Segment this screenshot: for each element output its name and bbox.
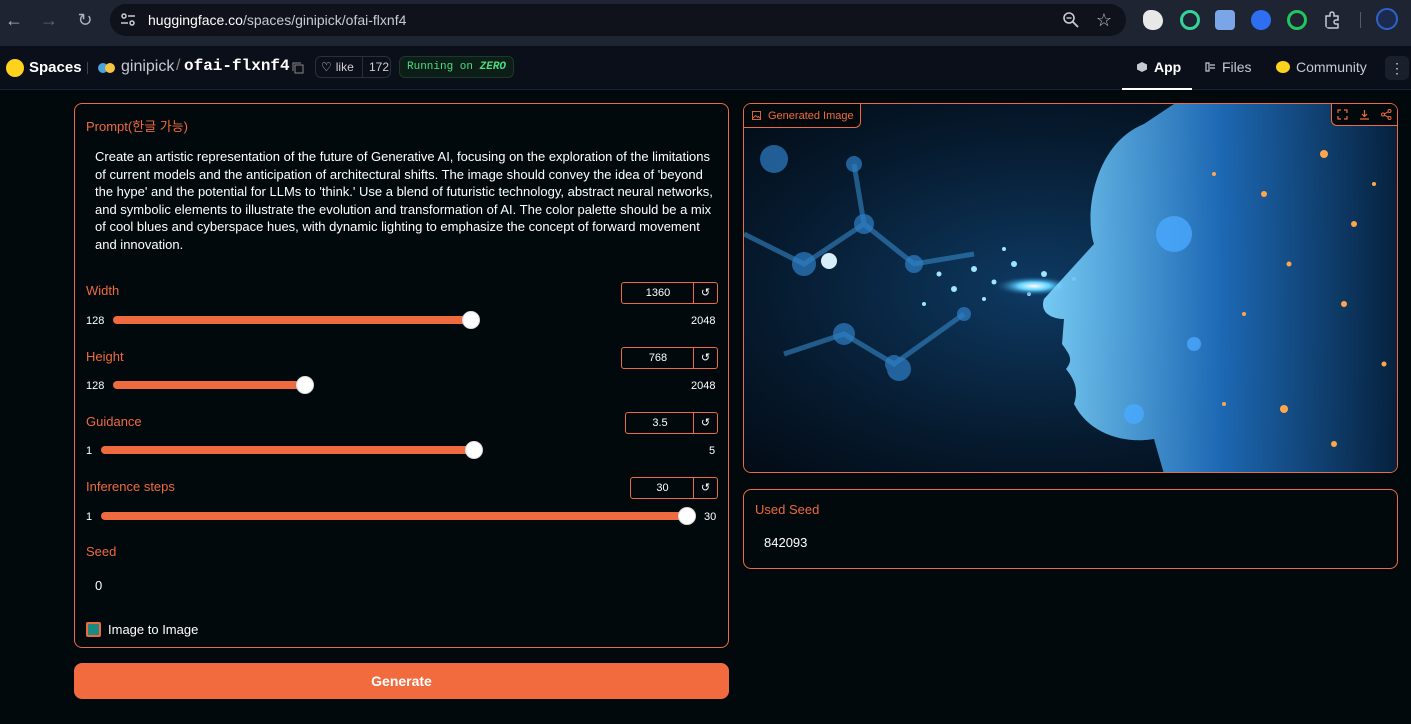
profile-avatar[interactable] xyxy=(1376,8,1398,30)
height-value[interactable]: 768 xyxy=(622,348,694,368)
address-bar[interactable]: huggingface.co/spaces/ginipick/ofai-flxn… xyxy=(110,4,1126,36)
settings-panel: Prompt(한글 가능) Create an artistic represe… xyxy=(74,103,729,648)
active-tab-indicator xyxy=(1122,88,1192,90)
height-reset-icon[interactable]: ↺ xyxy=(693,348,717,368)
extension-robot-icon[interactable] xyxy=(1215,10,1235,30)
extension-grammarly-icon[interactable] xyxy=(1180,10,1200,30)
prompt-label: Prompt(한글 가능) xyxy=(86,119,189,134)
repo-name[interactable]: ofai-flxnf4 xyxy=(184,57,290,75)
guidance-value[interactable]: 3.5 xyxy=(626,413,694,433)
used-seed-label: Used Seed xyxy=(755,502,820,517)
cube-icon xyxy=(1137,62,1147,72)
toolbar-divider xyxy=(1360,12,1361,28)
inference-steps-label: Inference steps xyxy=(86,479,175,494)
generated-image-label-text: Generated Image xyxy=(768,109,854,122)
width-slider-track[interactable] xyxy=(113,316,473,324)
guidance-label: Guidance xyxy=(86,414,142,429)
owner-link[interactable]: ginipick xyxy=(121,58,174,76)
width-number-input[interactable]: 1360 ↺ xyxy=(621,282,718,304)
width-reset-icon[interactable]: ↺ xyxy=(693,283,717,303)
running-status-badge: Running on ZERO xyxy=(399,56,515,78)
running-hardware: ZERO xyxy=(479,61,507,73)
generated-image[interactable] xyxy=(744,104,1398,473)
huggingface-logo-icon[interactable] xyxy=(6,59,24,77)
files-icon xyxy=(1205,62,1215,72)
copy-icon[interactable] xyxy=(292,62,304,74)
guidance-slider-thumb[interactable] xyxy=(465,441,483,459)
extension-cookie-icon[interactable] xyxy=(1143,10,1163,30)
inference-steps-min: 1 xyxy=(86,511,93,523)
generated-image-label: Generated Image xyxy=(744,104,861,128)
guidance-min: 1 xyxy=(86,445,93,457)
height-label: Height xyxy=(86,349,124,364)
like-count[interactable]: 172 xyxy=(362,57,389,77)
generate-button[interactable]: Generate xyxy=(74,663,729,699)
bookmark-star-icon[interactable]: ☆ xyxy=(1096,10,1112,31)
used-seed-value[interactable]: 842093 xyxy=(764,535,807,550)
fullscreen-icon[interactable] xyxy=(1337,109,1348,120)
zoom-icon[interactable] xyxy=(1062,11,1080,29)
guidance-slider-track[interactable] xyxy=(101,446,476,454)
used-seed-panel: Used Seed 842093 xyxy=(743,489,1398,569)
owner-repo-separator: / xyxy=(176,57,181,74)
tab-community-label: Community xyxy=(1296,59,1367,75)
inference-steps-max: 30 xyxy=(704,511,717,523)
running-prefix: Running on xyxy=(407,61,474,73)
owner-avatar[interactable] xyxy=(97,61,117,75)
inference-steps-number-input[interactable]: 30 ↺ xyxy=(630,477,718,499)
tab-app[interactable]: App xyxy=(1136,59,1181,75)
image-to-image-checkbox[interactable] xyxy=(86,622,101,637)
extension-translate-icon[interactable] xyxy=(1251,10,1271,30)
height-min: 128 xyxy=(86,380,105,392)
back-icon[interactable]: ← xyxy=(2,8,26,32)
inference-steps-value[interactable]: 30 xyxy=(631,478,694,498)
url-host: huggingface.co xyxy=(148,12,243,28)
inference-steps-reset-icon[interactable]: ↺ xyxy=(693,478,717,498)
forward-icon[interactable]: → xyxy=(37,8,61,32)
generated-image-panel: Generated Image xyxy=(743,103,1398,473)
url-text[interactable]: huggingface.co/spaces/ginipick/ofai-flxn… xyxy=(148,12,406,28)
width-min: 128 xyxy=(86,315,105,327)
share-icon[interactable] xyxy=(1380,109,1392,120)
site-settings-icon[interactable] xyxy=(120,12,136,28)
seed-label: Seed xyxy=(86,544,117,559)
height-number-input[interactable]: 768 ↺ xyxy=(621,347,718,369)
space-header: Spaces ginipick / ofai-flxnf4 ♡ like 172… xyxy=(0,46,1411,90)
download-icon[interactable] xyxy=(1359,109,1370,120)
height-slider-thumb[interactable] xyxy=(296,376,314,394)
community-icon xyxy=(1276,61,1290,73)
extensions-puzzle-icon[interactable] xyxy=(1323,10,1343,30)
browser-toolbar: ← → ↻ huggingface.co/spaces/ginipick/ofa… xyxy=(0,0,1411,40)
guidance-max: 5 xyxy=(709,445,716,457)
prompt-textarea[interactable]: Create an artistic representation of the… xyxy=(95,148,715,254)
inference-steps-slider-thumb[interactable] xyxy=(678,507,696,525)
image-icon xyxy=(752,111,761,120)
extension-green-icon[interactable] xyxy=(1287,10,1307,30)
spaces-link[interactable]: Spaces xyxy=(29,59,82,76)
tab-files[interactable]: Files xyxy=(1204,59,1252,75)
width-label: Width xyxy=(86,283,120,298)
width-max: 2048 xyxy=(691,315,716,327)
height-max: 2048 xyxy=(691,380,716,392)
tab-community[interactable]: Community xyxy=(1276,59,1367,75)
like-button[interactable]: ♡ like 172 xyxy=(315,56,391,78)
image-to-image-label[interactable]: Image to Image xyxy=(108,622,198,637)
like-label: like xyxy=(335,60,354,74)
more-options-icon[interactable]: ⋮ xyxy=(1385,56,1409,80)
url-path: /spaces/ginipick/ofai-flxnf4 xyxy=(242,12,407,28)
header-divider xyxy=(87,62,88,74)
guidance-number-input[interactable]: 3.5 ↺ xyxy=(625,412,718,434)
guidance-reset-icon[interactable]: ↺ xyxy=(693,413,717,433)
seed-input[interactable]: 0 xyxy=(95,578,102,593)
heart-icon: ♡ xyxy=(321,60,332,74)
tab-files-label: Files xyxy=(1222,59,1252,75)
reload-icon[interactable]: ↻ xyxy=(73,8,97,32)
height-slider-track[interactable] xyxy=(113,381,306,389)
width-value[interactable]: 1360 xyxy=(622,283,694,303)
inference-steps-slider-track[interactable] xyxy=(101,512,688,520)
image-toolbar xyxy=(1331,104,1397,126)
tab-app-label: App xyxy=(1154,59,1182,75)
width-slider-thumb[interactable] xyxy=(462,311,480,329)
